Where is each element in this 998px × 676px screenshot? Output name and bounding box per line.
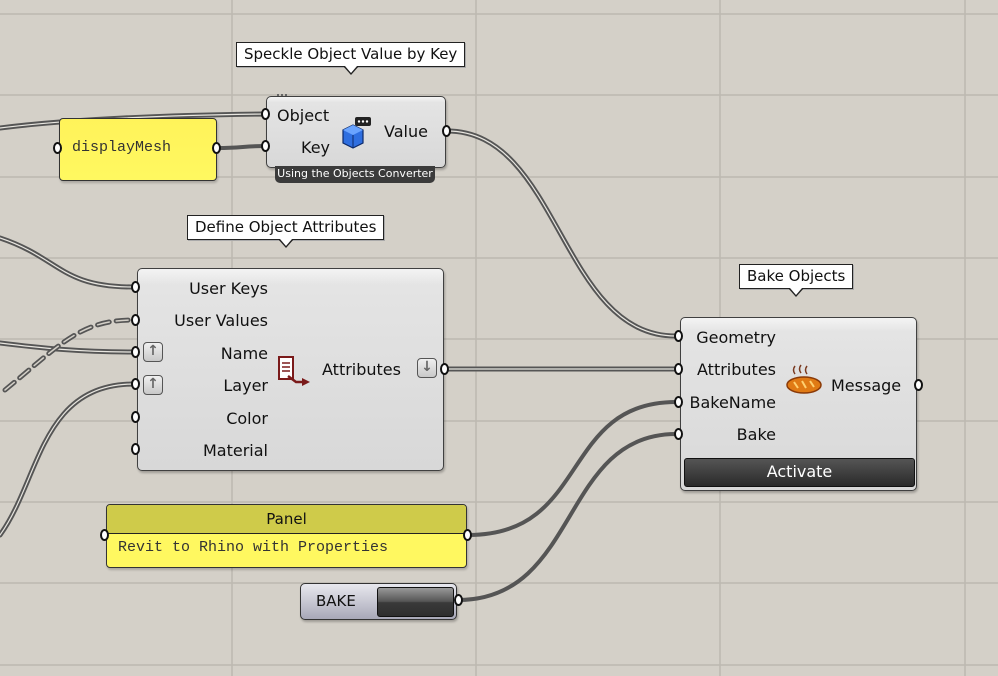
- wire-toggle-to-bake[interactable]: [456, 432, 678, 602]
- speckle-object-value-by-key-component[interactable]: Object Key Value: [266, 94, 446, 168]
- input-user-keys-label: User Keys: [189, 279, 268, 298]
- panel-input-grip[interactable]: [53, 142, 62, 154]
- wire-user-values-dashed[interactable]: [2, 317, 136, 393]
- output-value-label: Value: [384, 122, 428, 141]
- displaymesh-panel[interactable]: displayMesh: [59, 118, 217, 181]
- input-geometry-label: Geometry: [696, 328, 776, 347]
- input-grip-name[interactable]: [131, 346, 140, 358]
- output-grip-message[interactable]: [914, 379, 923, 391]
- input-bake-label: Bake: [736, 425, 776, 444]
- input-grip-object[interactable]: [261, 108, 270, 120]
- text-panel-output-grip[interactable]: [463, 529, 472, 541]
- input-bakename-label: BakeName: [689, 393, 776, 412]
- input-color-label: Color: [226, 409, 268, 428]
- define-attributes-tooltip: Define Object Attributes: [187, 215, 385, 248]
- bread-bake-icon: [786, 364, 822, 394]
- wire-user-keys[interactable]: [0, 235, 136, 290]
- tooltip-text: Speckle Object Value by Key: [244, 45, 458, 63]
- toggle-label: BAKE: [316, 592, 356, 610]
- output-grip-value[interactable]: [442, 125, 451, 137]
- tooltip-text: Define Object Attributes: [195, 218, 377, 236]
- panel-output-grip[interactable]: [212, 142, 221, 154]
- graft-up-arrow-icon[interactable]: ↑: [143, 375, 163, 395]
- input-grip-key[interactable]: [261, 140, 270, 152]
- input-grip-layer[interactable]: [131, 378, 140, 390]
- define-object-attributes-component[interactable]: User Keys User Values Name Layer Color M…: [137, 268, 444, 471]
- input-name-label: Name: [220, 344, 268, 363]
- input-grip-user-values[interactable]: [131, 314, 140, 326]
- toggle-switch[interactable]: [377, 587, 454, 617]
- activate-button[interactable]: Activate: [684, 458, 915, 487]
- input-material-label: Material: [203, 441, 268, 460]
- panel-title: Panel: [107, 505, 466, 534]
- speckle-cube-icon: [342, 117, 371, 149]
- input-layer-label: Layer: [223, 376, 268, 395]
- speckle-node-tooltip: Speckle Object Value by Key: [236, 42, 466, 75]
- input-grip-material[interactable]: [131, 443, 140, 455]
- input-grip-color[interactable]: [131, 411, 140, 423]
- wire-name[interactable]: [0, 340, 136, 355]
- tooltip-text: Bake Objects: [747, 267, 846, 285]
- attributes-document-icon: [278, 356, 310, 386]
- output-attributes-label: Attributes: [322, 360, 401, 379]
- panel-text: displayMesh: [72, 139, 172, 156]
- input-attributes-label: Attributes: [697, 360, 776, 379]
- input-user-values-label: User Values: [174, 311, 268, 330]
- wire-value-to-geometry[interactable]: [444, 128, 679, 339]
- graft-up-arrow-icon[interactable]: ↑: [143, 342, 163, 362]
- component-message-bar: Using the Objects Converter: [275, 166, 435, 183]
- output-grip-attributes[interactable]: [440, 363, 449, 375]
- bake-objects-component[interactable]: Geometry Attributes BakeName Bake Messag…: [680, 317, 917, 491]
- input-grip-bakename[interactable]: [674, 396, 683, 408]
- input-grip-bake[interactable]: [674, 428, 683, 440]
- flatten-down-arrow-icon[interactable]: ↓: [417, 358, 437, 378]
- output-message-label: Message: [831, 376, 902, 395]
- text-panel-input-grip[interactable]: [100, 529, 109, 541]
- input-grip-user-keys[interactable]: [131, 281, 140, 293]
- input-grip-geometry[interactable]: [674, 330, 683, 342]
- input-grip-attributes[interactable]: [674, 363, 683, 375]
- toggle-output-grip[interactable]: [454, 594, 463, 606]
- panel-text[interactable]: Revit to Rhino with Properties: [118, 539, 388, 556]
- input-key-label: Key: [301, 138, 331, 157]
- bake-boolean-toggle[interactable]: BAKE: [300, 583, 457, 620]
- drag-handle-icon: [277, 94, 287, 99]
- text-panel[interactable]: Panel Revit to Rhino with Properties: [106, 504, 467, 568]
- wire-displaymesh-to-key[interactable]: [216, 144, 266, 150]
- bake-objects-tooltip: Bake Objects: [739, 264, 854, 297]
- input-object-label: Object: [277, 106, 330, 125]
